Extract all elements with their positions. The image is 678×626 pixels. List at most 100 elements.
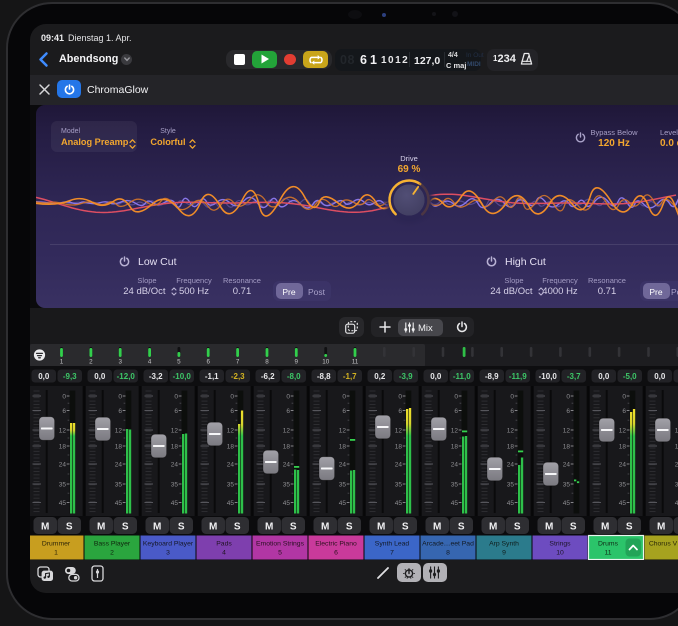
svg-text:12: 12: [171, 427, 179, 434]
svg-text:24: 24: [563, 461, 571, 468]
svg-text:0: 0: [342, 393, 346, 400]
svg-text:10: 10: [556, 550, 564, 557]
svg-text:6: 6: [230, 408, 234, 415]
svg-text:12: 12: [563, 427, 571, 434]
svg-text:M: M: [209, 521, 217, 532]
svg-text:2: 2: [89, 359, 93, 366]
svg-text:S: S: [66, 521, 73, 532]
svg-text:Emotion Strings: Emotion Strings: [256, 541, 305, 548]
svg-text:0,0: 0,0: [94, 372, 106, 381]
svg-text:12: 12: [507, 427, 515, 434]
svg-text:0: 0: [398, 393, 402, 400]
svg-text:9: 9: [295, 359, 299, 366]
svg-text:45: 45: [507, 500, 515, 507]
svg-text:M: M: [41, 521, 49, 532]
svg-text:-10,0: -10,0: [173, 372, 192, 381]
svg-text:45: 45: [115, 500, 123, 507]
svg-text:M: M: [321, 521, 329, 532]
svg-text:0: 0: [62, 393, 66, 400]
svg-text:4: 4: [222, 550, 226, 557]
svg-text:6: 6: [342, 408, 346, 415]
svg-text:S: S: [458, 521, 465, 532]
svg-text:45: 45: [395, 500, 403, 507]
svg-text:35: 35: [451, 481, 459, 488]
svg-text:-11,9: -11,9: [509, 372, 527, 381]
svg-text:45: 45: [451, 500, 459, 507]
svg-text:M: M: [265, 521, 273, 532]
svg-text:35: 35: [283, 481, 291, 488]
svg-text:S: S: [122, 521, 129, 532]
svg-text:45: 45: [171, 500, 179, 507]
svg-text:-11,0: -11,0: [453, 372, 471, 381]
svg-text:0: 0: [510, 393, 514, 400]
svg-text:12: 12: [619, 427, 627, 434]
svg-text:-3,2: -3,2: [149, 372, 163, 381]
svg-text:-5,0: -5,0: [623, 372, 637, 381]
svg-text:6: 6: [118, 408, 122, 415]
svg-text:-1,7: -1,7: [343, 372, 357, 381]
svg-text:24: 24: [395, 461, 403, 468]
svg-text:-8,9: -8,9: [485, 372, 499, 381]
svg-text:18: 18: [171, 443, 179, 450]
svg-text:S: S: [514, 521, 521, 532]
svg-text:0,0: 0,0: [654, 372, 666, 381]
svg-text:3: 3: [166, 550, 170, 557]
svg-text:M: M: [153, 521, 161, 532]
svg-text:12: 12: [339, 427, 347, 434]
svg-text:12: 12: [451, 427, 459, 434]
svg-text:7: 7: [390, 550, 394, 557]
svg-text:11: 11: [604, 550, 611, 557]
svg-text:0: 0: [118, 393, 122, 400]
svg-text:6: 6: [206, 359, 210, 366]
svg-text:1: 1: [60, 359, 64, 366]
svg-text:45: 45: [619, 500, 627, 507]
svg-text:Drummer: Drummer: [42, 541, 71, 548]
svg-text:35: 35: [507, 481, 515, 488]
svg-text:S: S: [290, 521, 297, 532]
svg-text:1: 1: [54, 550, 58, 557]
svg-text:9: 9: [502, 550, 506, 557]
svg-text:-8,8: -8,8: [317, 372, 331, 381]
svg-text:Bass Player: Bass Player: [94, 541, 131, 548]
svg-text:M: M: [601, 521, 609, 532]
svg-text:6: 6: [622, 408, 626, 415]
svg-text:45: 45: [227, 500, 235, 507]
svg-text:0: 0: [454, 393, 458, 400]
svg-text:18: 18: [227, 443, 235, 450]
svg-text:24: 24: [451, 461, 459, 468]
svg-text:S: S: [178, 521, 185, 532]
svg-text:3: 3: [118, 359, 122, 366]
svg-text:18: 18: [563, 443, 571, 450]
svg-text:12: 12: [115, 427, 123, 434]
svg-text:24: 24: [59, 461, 67, 468]
svg-text:8: 8: [446, 550, 450, 557]
svg-text:-10,0: -10,0: [539, 372, 558, 381]
svg-text:18: 18: [619, 443, 627, 450]
svg-text:4: 4: [148, 359, 152, 366]
svg-text:Keyboard Player: Keyboard Player: [143, 541, 194, 548]
svg-text:24: 24: [507, 461, 515, 468]
svg-text:35: 35: [339, 481, 347, 488]
svg-text:M: M: [433, 521, 441, 532]
svg-text:M: M: [545, 521, 553, 532]
svg-text:24: 24: [227, 461, 235, 468]
svg-text:6: 6: [566, 408, 570, 415]
svg-text:-6,2: -6,2: [261, 372, 275, 381]
svg-text:18: 18: [507, 443, 515, 450]
svg-text:-8,0: -8,0: [287, 372, 301, 381]
svg-text:Strings: Strings: [549, 541, 571, 548]
svg-text:Drums: Drums: [598, 541, 619, 548]
svg-text:11: 11: [352, 359, 359, 366]
svg-text:8: 8: [265, 359, 269, 366]
svg-text:S: S: [346, 521, 353, 532]
svg-text:M: M: [97, 521, 105, 532]
svg-text:18: 18: [395, 443, 403, 450]
svg-text:-1,1: -1,1: [205, 372, 219, 381]
svg-text:24: 24: [115, 461, 123, 468]
svg-text:35: 35: [59, 481, 67, 488]
svg-text:0: 0: [174, 393, 178, 400]
svg-text:12: 12: [59, 427, 67, 434]
svg-text:12: 12: [227, 427, 235, 434]
svg-text:-3,7: -3,7: [567, 372, 581, 381]
svg-text:Electric Piano: Electric Piano: [315, 541, 357, 548]
